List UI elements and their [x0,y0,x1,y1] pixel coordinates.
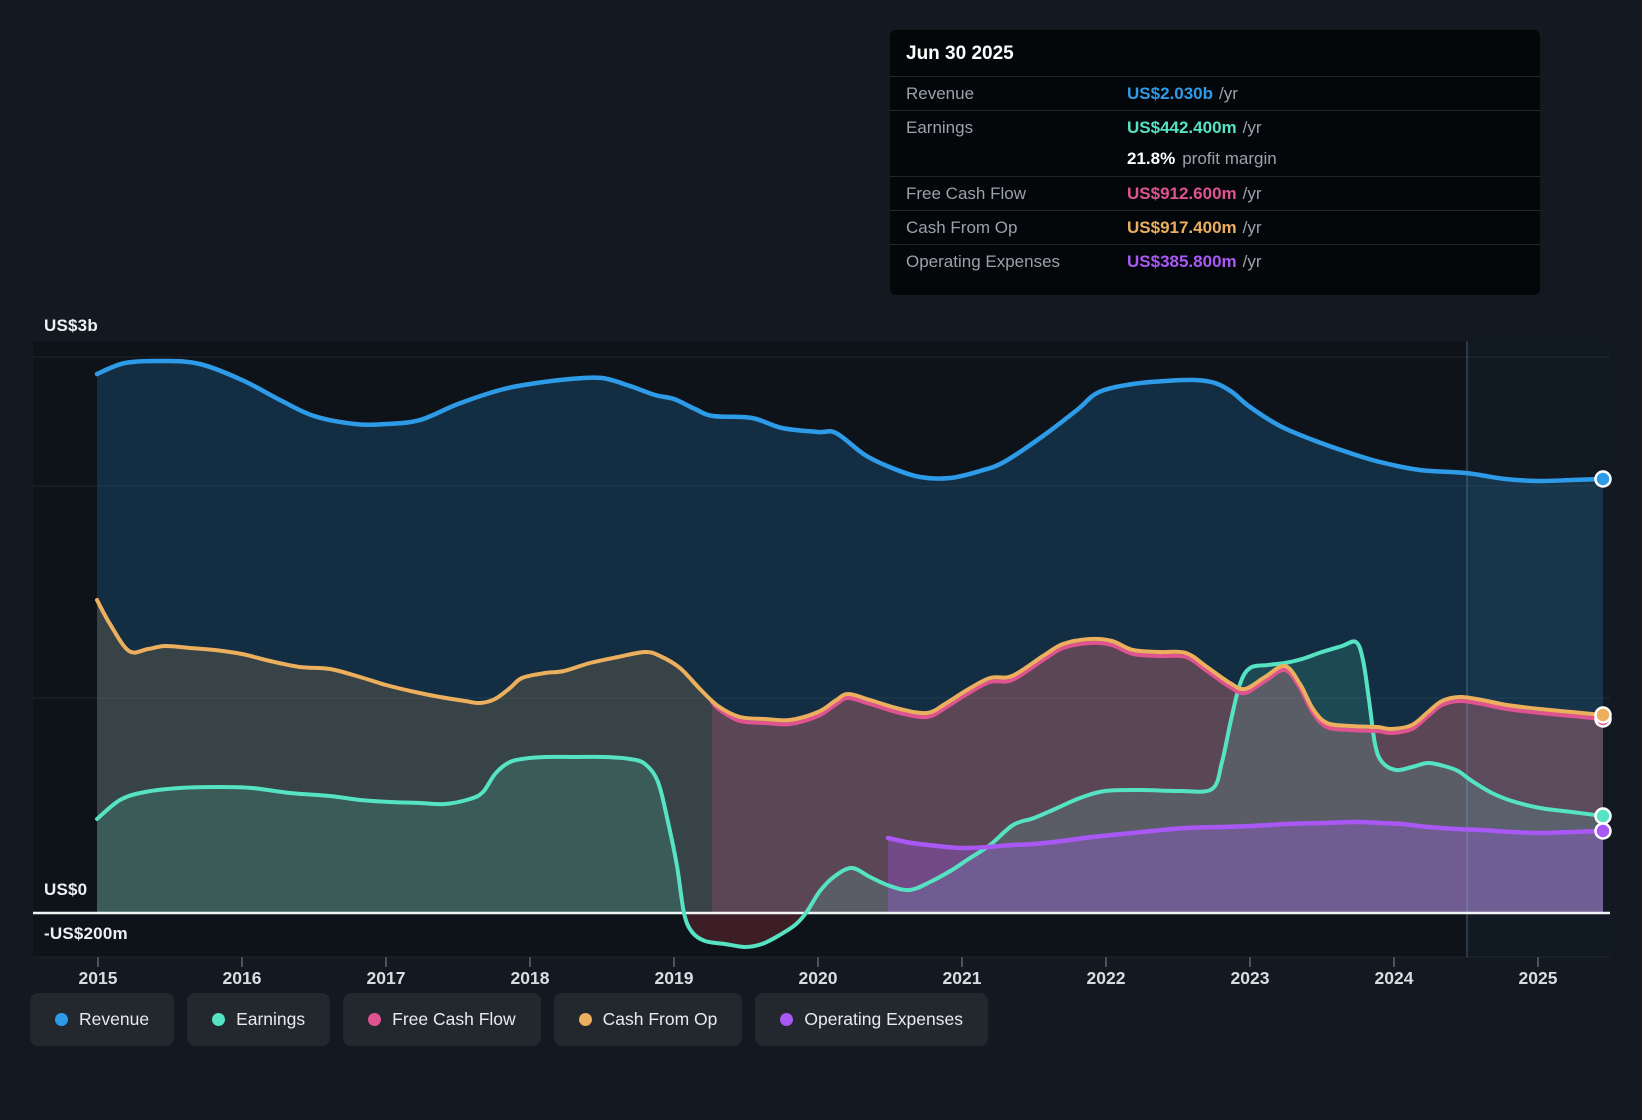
y-axis-label-neg200m: -US$200m [44,924,128,943]
x-tick-2020: 2020 [798,968,838,988]
profit-margin-value: 21.8% profit margin [1127,149,1277,168]
x-tick-2021: 2021 [942,968,982,988]
x-tick-2025: 2025 [1518,968,1558,988]
chart-legend: Revenue Earnings Free Cash Flow Cash Fro… [30,993,988,1046]
y-axis-label-3b: US$3b [44,316,98,335]
legend-item-free-cash-flow[interactable]: Free Cash Flow [343,993,541,1046]
chart-tooltip: Jun 30 2025 Revenue US$2.030b/yr Earning… [890,30,1540,295]
cashop-dot-icon [578,1013,592,1026]
legend-item-cash-from-op[interactable]: Cash From Op [553,993,743,1046]
tooltip-row-revenue: Revenue US$2.030b/yr [890,76,1540,110]
x-tick-2018: 2018 [510,968,550,988]
tooltip-row-profit-margin: 21.8% profit margin [890,144,1540,176]
revenue-value: US$2.030b [1127,84,1213,103]
x-tick-2016: 2016 [222,968,262,988]
fcf-value: US$912.600m [1127,184,1237,203]
y-axis-label-0: US$0 [44,880,88,899]
x-tick-2024: 2024 [1374,968,1414,988]
tooltip-date: Jun 30 2025 [906,43,1014,64]
revenue-dot-icon [55,1013,68,1026]
fcf-dot-icon [368,1013,382,1026]
x-tick-2022: 2022 [1086,968,1126,988]
legend-item-earnings[interactable]: Earnings [187,993,331,1046]
earnings-dot-icon [212,1013,226,1026]
legend-item-revenue[interactable]: Revenue [30,993,175,1046]
x-tick-2017: 2017 [366,968,406,988]
x-tick-2023: 2023 [1230,968,1270,988]
tooltip-row-operating-expenses: Operating Expenses US$385.800m/yr [890,244,1540,278]
opex-value: US$385.800m [1127,252,1237,271]
tooltip-row-free-cash-flow: Free Cash Flow US$912.600m/yr [890,176,1540,210]
opex-dot-icon [780,1013,794,1026]
financial-history-panel: US$3b US$0 -US$200m 2015 2016 2017 2018 … [0,0,1642,1120]
tooltip-row-cash-from-op: Cash From Op US$917.400m/yr [890,210,1540,244]
x-tick-2019: 2019 [654,968,694,988]
legend-item-operating-expenses[interactable]: Operating Expenses [755,993,988,1046]
earnings-value: US$442.400m [1127,118,1237,137]
cashop-value: US$917.400m [1127,218,1237,237]
tooltip-row-earnings: Earnings US$442.400m/yr [890,110,1540,144]
x-tick-2015: 2015 [78,968,118,988]
